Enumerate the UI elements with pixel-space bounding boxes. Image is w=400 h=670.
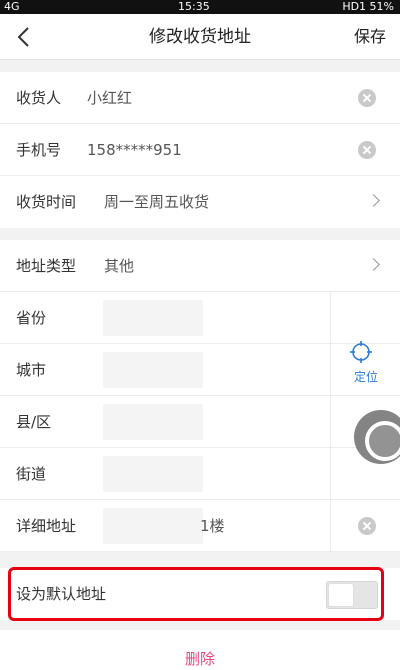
detail-address-label: 详细地址	[16, 517, 77, 535]
receiver-label: 收货人	[16, 89, 62, 107]
clear-phone-icon[interactable]	[358, 141, 376, 159]
delete-address-button[interactable]: 删除	[0, 630, 400, 670]
phone-input[interactable]: 158*****951	[87, 124, 182, 176]
back-arrow-icon[interactable]	[12, 24, 38, 50]
delivery-time-label: 收货时间	[16, 193, 77, 211]
address-type-value: 其他	[104, 257, 135, 275]
locate-label: 定位	[353, 370, 378, 384]
phone-label: 手机号	[16, 141, 62, 159]
detail-address-suffix[interactable]: 1楼	[200, 500, 225, 552]
address-type-label: 地址类型	[16, 257, 77, 275]
delivery-time-value: 周一至周五收货	[104, 193, 210, 211]
clear-receiver-icon[interactable]	[358, 89, 376, 107]
province-label: 省份	[16, 309, 47, 327]
page-title: 修改收货地址	[149, 27, 251, 47]
address-type-row[interactable]: 地址类型 其他	[0, 240, 400, 292]
chevron-right-icon	[367, 194, 380, 207]
assistive-touch-button[interactable]	[354, 410, 400, 464]
receiver-row[interactable]: 收货人 小红红	[0, 72, 400, 124]
phone-row[interactable]: 手机号 158*****951	[0, 124, 400, 176]
toggle-knob	[329, 584, 353, 606]
nav-bar: 修改收货地址 保存	[0, 14, 400, 60]
city-label: 城市	[16, 361, 47, 379]
status-time: 15:35	[178, 0, 210, 13]
locate-crosshair-icon	[350, 341, 372, 363]
default-address-row[interactable]: 设为默认地址	[0, 568, 400, 620]
chevron-right-icon	[367, 258, 380, 271]
default-address-section: 设为默认地址	[0, 568, 400, 620]
receiver-input[interactable]: 小红红	[87, 72, 132, 124]
signal-indicator: 4G	[4, 0, 20, 13]
district-label: 县/区	[16, 413, 52, 431]
province-value-redacted	[103, 300, 203, 336]
address-section: 地址类型 其他 省份 城市 县/区 街道 详细地址 1楼 定位	[0, 240, 400, 552]
district-value-redacted	[103, 404, 203, 440]
street-value-redacted	[103, 456, 203, 492]
default-address-label: 设为默认地址	[16, 585, 107, 603]
battery-indicator: HD1 51%	[342, 0, 394, 13]
detail-address-redacted	[103, 508, 203, 544]
default-address-toggle[interactable]	[326, 581, 378, 609]
city-value-redacted	[103, 352, 203, 388]
street-label: 街道	[16, 465, 47, 483]
status-bar: 4G 15:35 HD1 51%	[0, 0, 400, 14]
delivery-time-row[interactable]: 收货时间 周一至周五收货	[0, 176, 400, 228]
save-button[interactable]: 保存	[354, 14, 386, 60]
contact-section: 收货人 小红红 手机号 158*****951 收货时间 周一至周五收货	[0, 72, 400, 228]
